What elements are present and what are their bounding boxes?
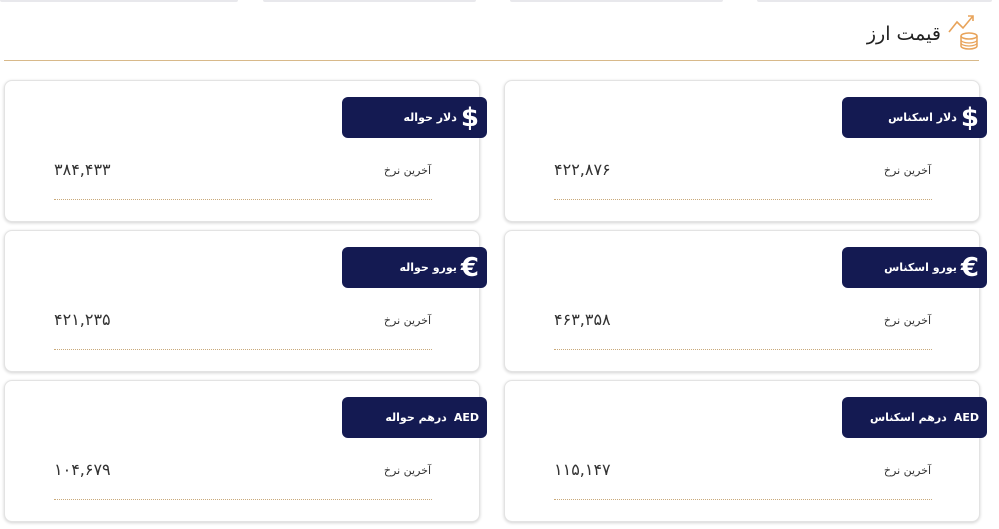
header-divider <box>4 60 979 61</box>
rate-label: آخرین نرخ <box>383 314 431 327</box>
currency-badge[interactable]: $ دلار حواله <box>342 97 487 138</box>
currency-badge[interactable]: $ دلار اسکناس <box>842 97 987 138</box>
rate-label: آخرین نرخ <box>383 464 431 477</box>
coins-chart-icon <box>945 12 983 56</box>
dotted-divider <box>54 199 432 200</box>
rate-card-euro-transfer: € یورو حواله آخرین نرخ ۴۲۱,۲۳۵ <box>4 230 487 372</box>
currency-title: یورو حواله <box>399 261 457 274</box>
rate-card-dollar-cash: $ دلار اسکناس آخرین نرخ ۴۲۲,۸۷۶ <box>504 80 987 222</box>
rate-card-aed-cash: AED درهم اسکناس آخرین نرخ ۱۱۵,۱۴۷ <box>504 380 987 522</box>
currency-title: یورو اسکناس <box>884 261 957 274</box>
dotted-divider <box>554 349 932 350</box>
currency-code: AED <box>953 411 979 424</box>
rate-label: آخرین نرخ <box>883 464 931 477</box>
rate-card-aed-transfer: AED درهم حواله آخرین نرخ ۱۰۴,۶۷۹ <box>4 380 487 522</box>
rate-value: ۴۶۳,۳۵۸ <box>554 310 611 329</box>
currency-badge[interactable]: AED درهم حواله <box>342 397 487 438</box>
rate-card-dollar-transfer: $ دلار حواله آخرین نرخ ۳۸۴,۴۳۳ <box>4 80 487 222</box>
rate-label: آخرین نرخ <box>383 164 431 177</box>
rate-value: ۴۲۱,۲۳۵ <box>54 310 111 329</box>
dotted-divider <box>54 349 432 350</box>
dotted-divider <box>554 199 932 200</box>
currency-badge[interactable]: € یورو اسکناس <box>842 247 987 288</box>
currency-title: درهم حواله <box>385 411 447 424</box>
rate-label: آخرین نرخ <box>883 314 931 327</box>
rate-value: ۱۱۵,۱۴۷ <box>554 460 611 479</box>
top-tab-strip <box>0 0 999 6</box>
rate-label: آخرین نرخ <box>883 164 931 177</box>
dollar-icon: $ <box>960 102 979 133</box>
dotted-divider <box>54 499 432 500</box>
dollar-icon: $ <box>460 102 479 133</box>
currency-badge[interactable]: AED درهم اسکناس <box>842 397 987 438</box>
rate-card-euro-cash: € یورو اسکناس آخرین نرخ ۴۶۳,۳۵۸ <box>504 230 987 372</box>
currency-title: دلار حواله <box>403 111 457 124</box>
dotted-divider <box>554 499 932 500</box>
currency-title: دلار اسکناس <box>888 111 957 124</box>
rate-value: ۴۲۲,۸۷۶ <box>554 160 611 179</box>
currency-code: AED <box>453 411 479 424</box>
page-title: قیمت ارز <box>866 23 941 45</box>
rate-value: ۱۰۴,۶۷۹ <box>54 460 111 479</box>
euro-icon: € <box>460 252 479 283</box>
currency-title: درهم اسکناس <box>869 411 947 424</box>
currency-badge[interactable]: € یورو حواله <box>342 247 487 288</box>
euro-icon: € <box>960 252 979 283</box>
rate-value: ۳۸۴,۴۳۳ <box>54 160 111 179</box>
section-header: قیمت ارز <box>867 14 983 54</box>
